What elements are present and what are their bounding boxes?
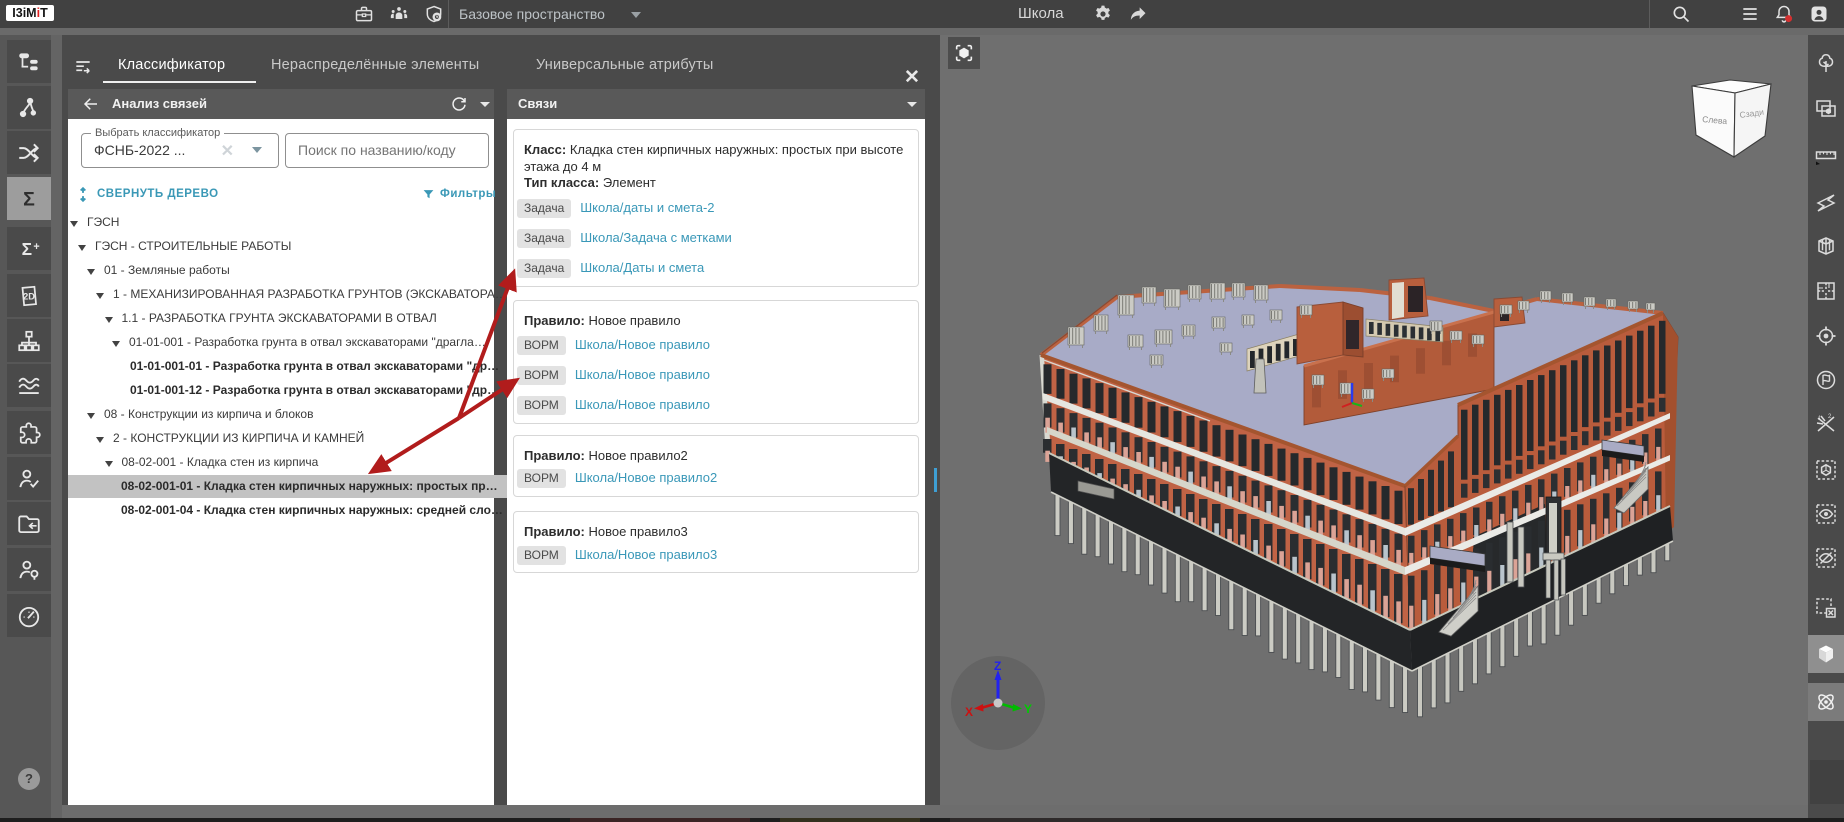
svg-text:+: + bbox=[33, 241, 39, 253]
svg-text:Σ: Σ bbox=[23, 188, 35, 210]
svg-text:Y: Y bbox=[1024, 702, 1032, 716]
svg-text:2D: 2D bbox=[23, 291, 35, 301]
svg-text:X: X bbox=[965, 705, 973, 719]
svg-text:Σ: Σ bbox=[22, 238, 32, 258]
svg-text:Z: Z bbox=[994, 659, 1001, 673]
